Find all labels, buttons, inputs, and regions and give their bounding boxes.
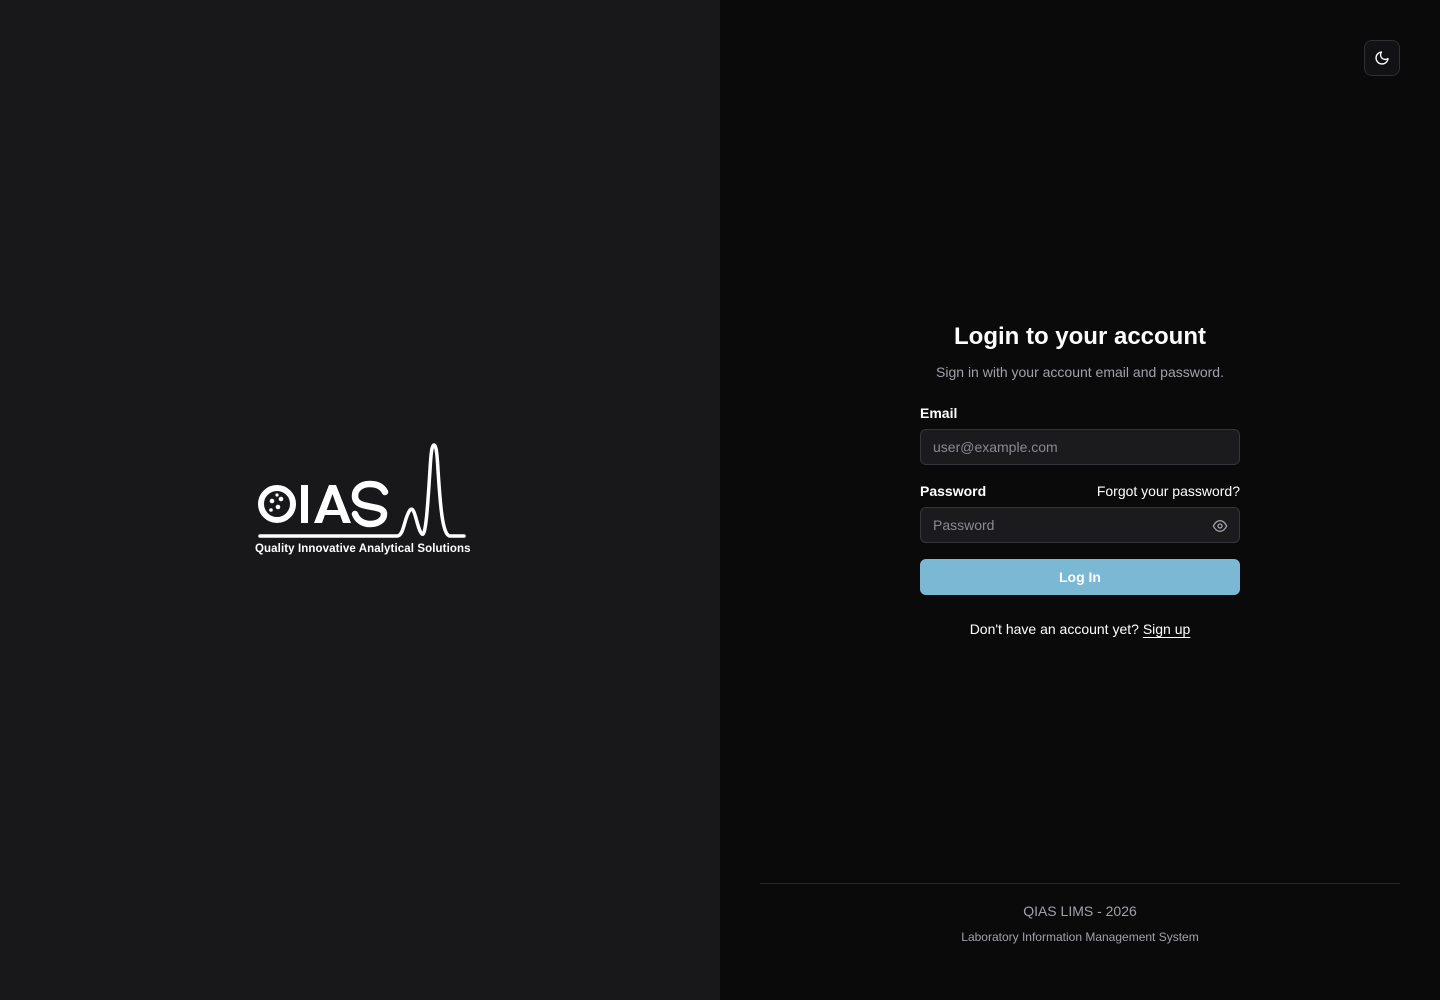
signup-row: Don't have an account yet? Sign up (920, 619, 1240, 639)
qias-logo-mark (258, 443, 466, 538)
login-form: Login to your account Sign in with your … (920, 320, 1240, 639)
brand-panel: Quality Innovative Analytical Solutions (0, 0, 720, 1000)
email-field[interactable] (921, 430, 1239, 464)
toggle-password-visibility-button[interactable] (1211, 517, 1229, 535)
footer-subtitle: Laboratory Information Management System (961, 930, 1199, 944)
password-label-row: Password Forgot your password? (920, 481, 1240, 501)
signup-link[interactable]: Sign up (1143, 621, 1190, 637)
login-button[interactable]: Log In (920, 559, 1240, 595)
page-subtitle: Sign in with your account email and pass… (936, 364, 1224, 380)
footer-title: QIAS LIMS - 2026 (1023, 903, 1137, 919)
email-label: Email (920, 405, 958, 421)
footer: QIAS LIMS - 2026 Laboratory Information … (760, 883, 1400, 945)
theme-toggle-button[interactable] (1364, 40, 1400, 76)
signup-prompt: Don't have an account yet? (969, 621, 1143, 637)
login-page: Quality Innovative Analytical Solutions … (0, 0, 1440, 1000)
password-label: Password (920, 483, 987, 499)
eye-icon (1212, 520, 1228, 532)
auth-panel: Login to your account Sign in with your … (720, 0, 1440, 1000)
page-title: Login to your account (954, 323, 1206, 350)
qias-logo: Quality Innovative Analytical Solutions (254, 440, 471, 560)
password-field[interactable] (921, 508, 1239, 542)
password-field-wrapper (920, 507, 1240, 543)
forgot-password-link[interactable]: Forgot your password? (1097, 483, 1240, 499)
email-field-wrapper (920, 429, 1240, 465)
logo-tagline: Quality Innovative Analytical Solutions (255, 543, 471, 555)
moon-icon (1375, 51, 1389, 65)
